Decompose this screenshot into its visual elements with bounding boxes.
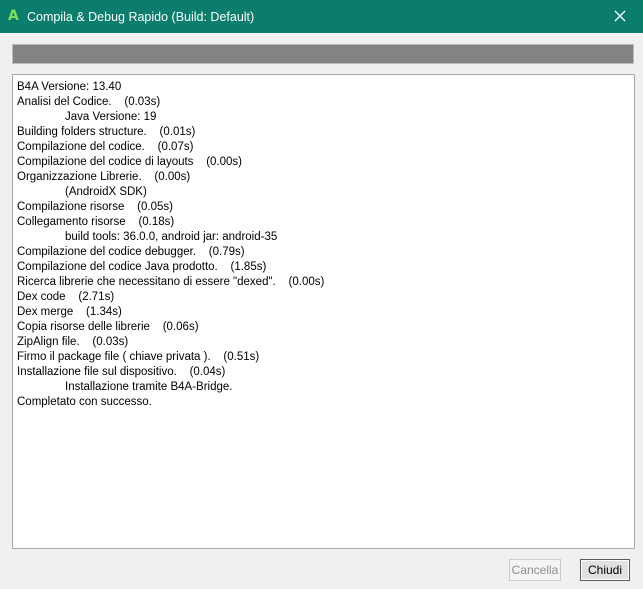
- log-line: Installazione file sul dispositivo. (0.0…: [17, 366, 226, 378]
- log-line: Dex merge (1.34s): [17, 306, 122, 318]
- title-bar: A Compila & Debug Rapido (Build: Default…: [0, 0, 643, 33]
- log-line: Building folders structure. (0.01s): [17, 126, 196, 138]
- log-line: build tools: 36.0.0, android jar: androi…: [65, 231, 278, 243]
- log-line: Compilazione del codice di layouts (0.00…: [17, 156, 243, 168]
- log-line: Compilazione del codice. (0.07s): [17, 141, 194, 153]
- build-log-output[interactable]: B4A Versione: 13.40 Analisi del Codice. (…: [12, 74, 635, 549]
- log-line: Compilazione del codice debugger. (0.79s…: [17, 246, 245, 258]
- log-line: Collegamento risorse (0.18s): [17, 216, 175, 228]
- log-line: ZipAlign file. (0.03s): [17, 336, 129, 348]
- build-progress-bar: [12, 44, 634, 64]
- log-line: Completato con successo.: [17, 396, 152, 408]
- close-window-button[interactable]: [597, 0, 643, 33]
- cancel-button[interactable]: Cancella: [509, 559, 561, 581]
- window-title: Compila & Debug Rapido (Build: Default): [27, 10, 255, 24]
- log-line: Firmo il package file ( chiave privata )…: [17, 351, 260, 363]
- progress-fill: [13, 45, 633, 63]
- log-line: Analisi del Codice. (0.03s): [17, 96, 161, 108]
- log-line: (AndroidX SDK): [65, 186, 147, 198]
- b4a-app-icon: A: [8, 8, 19, 24]
- log-line: Ricerca librerie che necessitano di esse…: [17, 276, 325, 288]
- log-line: Compilazione risorse (0.05s): [17, 201, 173, 213]
- log-line: Java Versione: 19: [65, 111, 157, 123]
- log-line: B4A Versione: 13.40: [17, 81, 122, 93]
- log-line: Installazione tramite B4A-Bridge.: [65, 381, 233, 393]
- log-line: Copia risorse delle librerie (0.06s): [17, 321, 199, 333]
- close-button[interactable]: Chiudi: [580, 559, 630, 581]
- log-line: Compilazione del codice Java prodotto. (…: [17, 261, 267, 273]
- log-line: Organizzazione Librerie. (0.00s): [17, 171, 191, 183]
- close-icon: [614, 10, 626, 22]
- log-line: Dex code (2.71s): [17, 291, 115, 303]
